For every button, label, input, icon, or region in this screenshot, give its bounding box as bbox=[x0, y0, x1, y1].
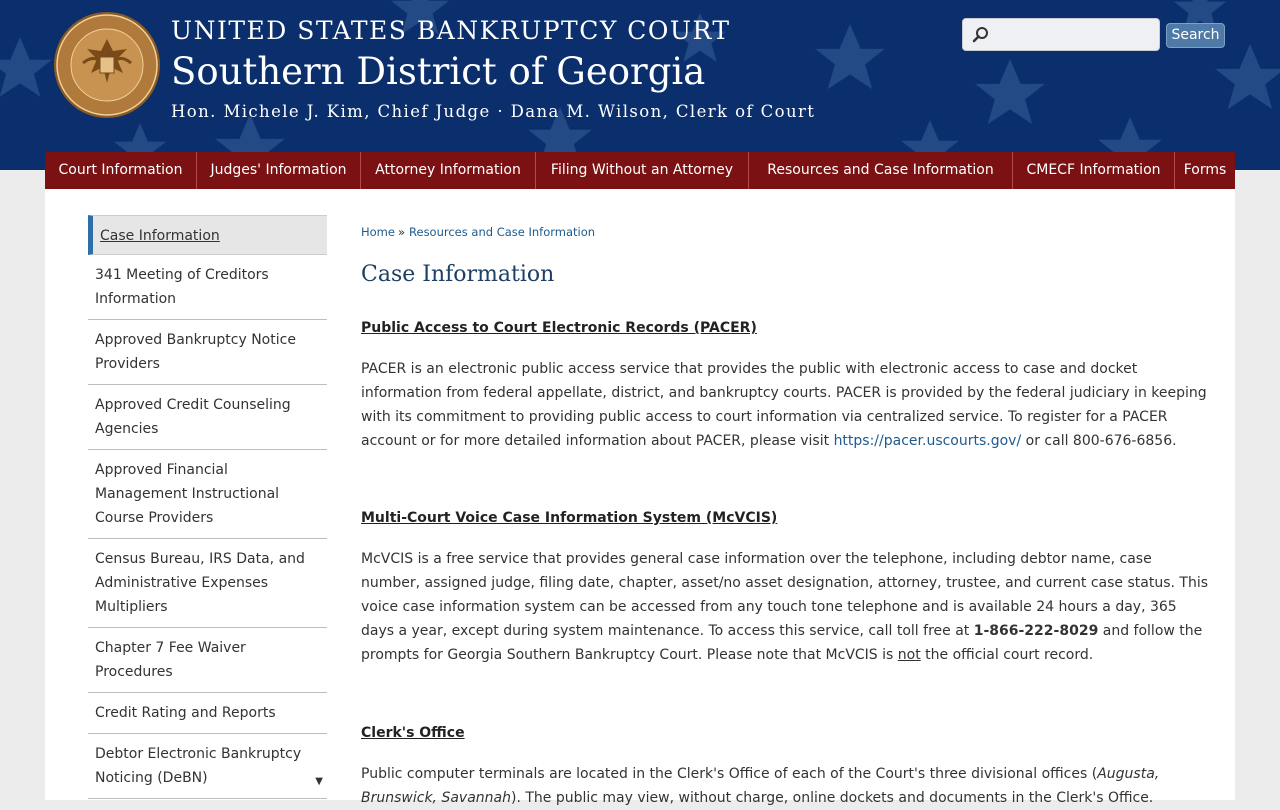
court-seal-logo bbox=[54, 12, 160, 118]
mcvcis-phone: 1-866-222-8029 bbox=[973, 623, 1099, 639]
clerk-heading: Clerk's Office bbox=[361, 725, 465, 741]
court-name: UNITED STATES BANKRUPTCY COURT bbox=[171, 16, 731, 45]
sidebar-item-notice-providers[interactable]: Approved Bankruptcy Notice Providers bbox=[88, 320, 327, 385]
search-input[interactable] bbox=[993, 23, 1157, 48]
search-box bbox=[962, 18, 1160, 51]
breadcrumb-current[interactable]: Resources and Case Information bbox=[409, 225, 595, 239]
search-button[interactable]: Search bbox=[1166, 23, 1225, 48]
sidebar-item-label: Case Information bbox=[100, 228, 220, 244]
search-icon bbox=[972, 27, 988, 43]
pacer-link[interactable]: https://pacer.uscourts.gov/ bbox=[834, 433, 1022, 449]
mcvcis-text-3: the official court record. bbox=[920, 647, 1094, 663]
page-title: Case Information bbox=[361, 262, 555, 287]
main-nav: Court Information Judges' Information At… bbox=[45, 152, 1235, 189]
breadcrumb: Home» Resources and Case Information bbox=[361, 225, 595, 239]
sidebar-item-debn[interactable]: Debtor Electronic Bankruptcy Noticing (D… bbox=[88, 734, 327, 799]
nav-filing-without-attorney[interactable]: Filing Without an Attorney bbox=[536, 152, 749, 189]
pacer-paragraph: PACER is an electronic public access ser… bbox=[361, 357, 1211, 453]
pacer-text-end: or call 800-676-6856. bbox=[1021, 433, 1177, 449]
nav-judges-information[interactable]: Judges' Information bbox=[197, 152, 361, 189]
officials-line: Hon. Michele J. Kim, Chief Judge · Dana … bbox=[171, 102, 816, 121]
sidebar-item-case-information[interactable]: Case Information bbox=[88, 215, 327, 255]
sidebar-item-credit-counseling[interactable]: Approved Credit Counseling Agencies bbox=[88, 385, 327, 450]
breadcrumb-home[interactable]: Home bbox=[361, 225, 395, 239]
breadcrumb-separator: » bbox=[397, 225, 406, 239]
site-header: UNITED STATES BANKRUPTCY COURT Southern … bbox=[0, 0, 1280, 170]
nav-resources-case-information[interactable]: Resources and Case Information bbox=[749, 152, 1013, 189]
sidebar-item-label: Debtor Electronic Bankruptcy Noticing (D… bbox=[95, 746, 302, 786]
sidebar-menu: Case Information 341 Meeting of Creditor… bbox=[88, 215, 327, 799]
mcvcis-heading: Multi-Court Voice Case Information Syste… bbox=[361, 510, 778, 526]
mcvcis-not: not bbox=[897, 647, 921, 663]
mcvcis-paragraph: McVCIS is a free service that provides g… bbox=[361, 547, 1211, 667]
pacer-heading: Public Access to Court Electronic Record… bbox=[361, 320, 757, 336]
nav-court-information[interactable]: Court Information bbox=[45, 152, 197, 189]
clerk-text-2: ). The public may view, without charge, … bbox=[510, 790, 1154, 806]
sidebar-item-census-irs-data[interactable]: Census Bureau, IRS Data, and Administrat… bbox=[88, 539, 327, 628]
sidebar-item-341-meeting[interactable]: 341 Meeting of Creditors Information bbox=[88, 255, 327, 320]
sidebar-item-credit-rating[interactable]: Credit Rating and Reports bbox=[88, 693, 327, 734]
nav-forms[interactable]: Forms bbox=[1175, 152, 1235, 189]
district-name: Southern District of Georgia bbox=[171, 50, 706, 93]
sidebar-item-fee-waiver[interactable]: Chapter 7 Fee Waiver Procedures bbox=[88, 628, 327, 693]
nav-cmecf-information[interactable]: CMECF Information bbox=[1013, 152, 1175, 189]
sidebar-item-financial-management[interactable]: Approved Financial Management Instructio… bbox=[88, 450, 327, 539]
nav-attorney-information[interactable]: Attorney Information bbox=[361, 152, 536, 189]
clerk-text: Public computer terminals are located in… bbox=[361, 766, 1098, 782]
clerk-paragraph: Public computer terminals are located in… bbox=[361, 762, 1211, 810]
chevron-down-icon[interactable]: ▼ bbox=[315, 770, 323, 794]
